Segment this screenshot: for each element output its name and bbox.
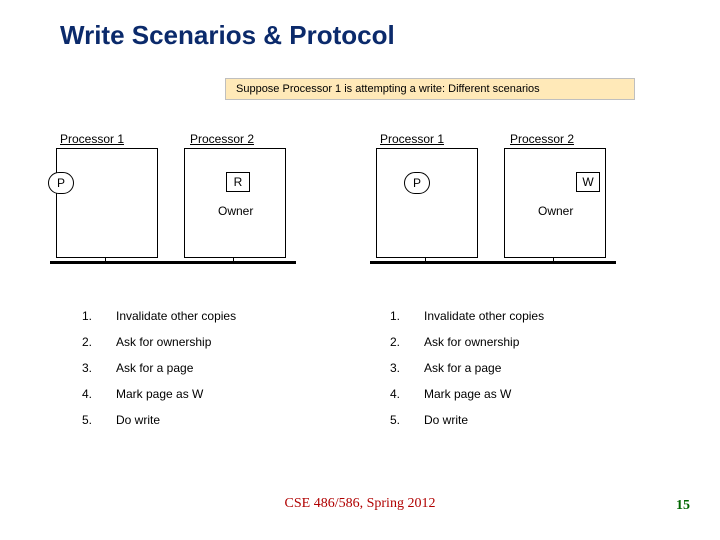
slide-title: Write Scenarios & Protocol (60, 20, 395, 51)
scenario-left: Processor 1 Processor 2 P R Owner (50, 118, 350, 288)
step-text: Ask for ownership (116, 336, 211, 348)
p-tag-oval: P (48, 172, 74, 194)
bus-bar (370, 261, 616, 264)
proc2-box (184, 148, 286, 258)
step-row: 5.Do write (82, 414, 362, 426)
rw-tag-box: R (226, 172, 250, 192)
scenario-right: Processor 1 Processor 2 P W Owner (370, 118, 670, 288)
proc1-box (56, 148, 158, 258)
proc2-box (504, 148, 606, 258)
proc2-label: Processor 2 (190, 132, 254, 146)
step-num: 2. (390, 336, 424, 348)
steps-right: 1.Invalidate other copies 2.Ask for owne… (390, 310, 670, 440)
diagram-area: Processor 1 Processor 2 P R Owner Proces… (50, 118, 670, 288)
step-text: Mark page as W (424, 388, 511, 400)
owner-label: Owner (218, 204, 253, 218)
step-num: 3. (390, 362, 424, 374)
step-num: 5. (390, 414, 424, 426)
step-text: Do write (424, 414, 468, 426)
step-row: 2.Ask for ownership (82, 336, 362, 348)
steps-left: 1.Invalidate other copies 2.Ask for owne… (82, 310, 362, 440)
page-number: 15 (676, 498, 690, 514)
step-num: 3. (82, 362, 116, 374)
owner-label: Owner (538, 204, 573, 218)
p-tag-oval: P (404, 172, 430, 194)
step-text: Invalidate other copies (116, 310, 236, 322)
step-row: 4.Mark page as W (82, 388, 362, 400)
footer-course: CSE 486/586, Spring 2012 (0, 496, 720, 512)
step-num: 4. (82, 388, 116, 400)
step-row: 3.Ask for a page (82, 362, 362, 374)
proc1-label: Processor 1 (60, 132, 124, 146)
proc2-label: Processor 2 (510, 132, 574, 146)
step-num: 4. (390, 388, 424, 400)
step-num: 1. (82, 310, 116, 322)
step-row: 1.Invalidate other copies (82, 310, 362, 322)
step-text: Ask for a page (116, 362, 193, 374)
step-text: Do write (116, 414, 160, 426)
proc1-box (376, 148, 478, 258)
step-num: 2. (82, 336, 116, 348)
step-row: 5.Do write (390, 414, 670, 426)
rw-tag-box: W (576, 172, 600, 192)
step-text: Invalidate other copies (424, 310, 544, 322)
step-row: 4.Mark page as W (390, 388, 670, 400)
step-text: Mark page as W (116, 388, 203, 400)
bus-bar (50, 261, 296, 264)
step-num: 5. (82, 414, 116, 426)
proc1-label: Processor 1 (380, 132, 444, 146)
step-text: Ask for a page (424, 362, 501, 374)
step-row: 2.Ask for ownership (390, 336, 670, 348)
step-row: 1.Invalidate other copies (390, 310, 670, 322)
step-text: Ask for ownership (424, 336, 519, 348)
scenario-banner: Suppose Processor 1 is attempting a writ… (225, 78, 635, 100)
step-row: 3.Ask for a page (390, 362, 670, 374)
step-num: 1. (390, 310, 424, 322)
